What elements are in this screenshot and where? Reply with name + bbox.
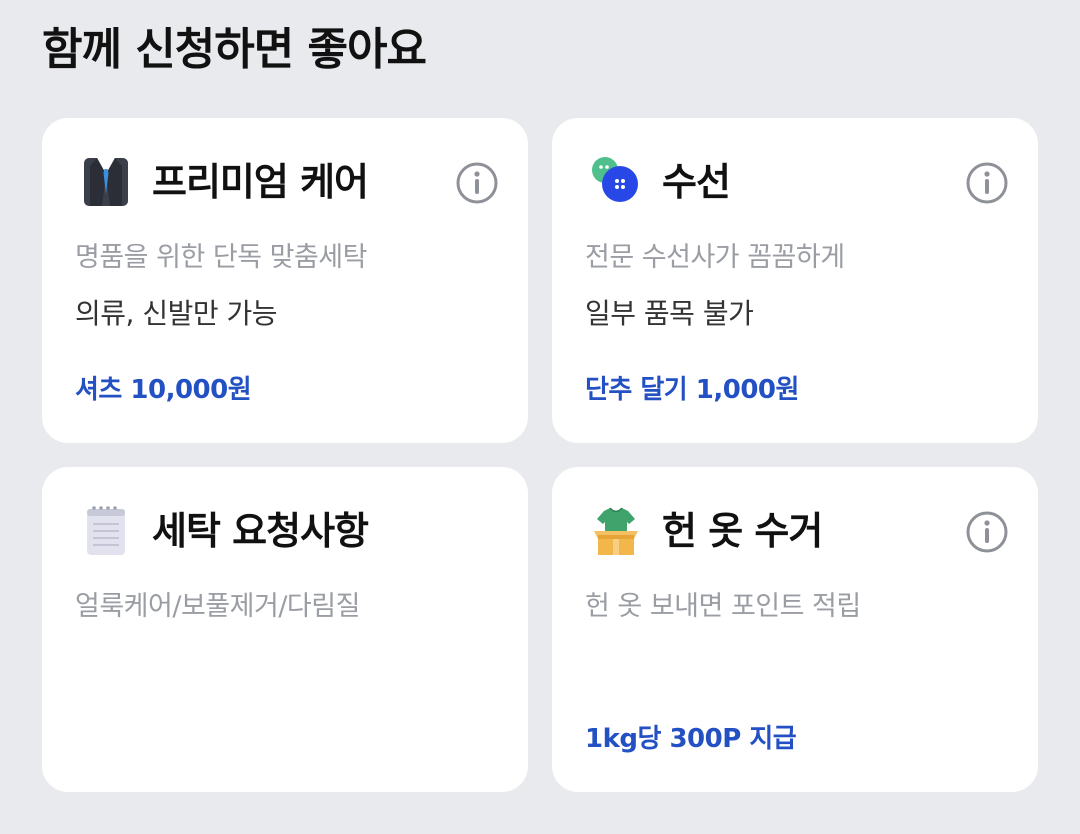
- card-price: 셔츠 10,000원: [75, 375, 252, 405]
- card-note: 일부 품목 불가: [585, 297, 754, 330]
- suit-icon: [84, 158, 128, 206]
- premium-care-card[interactable]: 프리미엄 케어 명품을 위한 단독 맞춤세탁 의류, 신발만 가능 셔츠 10,…: [42, 118, 528, 443]
- notepad-icon: [87, 506, 125, 555]
- section-title: 함께 신청하면 좋아요: [42, 24, 427, 75]
- info-icon[interactable]: [966, 162, 1008, 204]
- card-title: 수선: [662, 160, 731, 204]
- info-icon[interactable]: [966, 511, 1008, 553]
- card-title: 세탁 요청사항: [152, 509, 369, 553]
- card-description: 명품을 위한 단독 맞춤세탁: [75, 242, 368, 273]
- card-note: 의류, 신발만 가능: [75, 297, 278, 330]
- used-clothes-pickup-card[interactable]: 헌 옷 수거 헌 옷 보내면 포인트 적립 1kg당 300P 지급: [552, 467, 1038, 792]
- card-price: 1kg당 300P 지급: [585, 724, 797, 754]
- card-description: 얼룩케어/보풀제거/다림질: [75, 591, 360, 622]
- info-icon[interactable]: [456, 162, 498, 204]
- card-title: 프리미엄 케어: [152, 160, 369, 204]
- buttons-icon: [592, 157, 638, 202]
- laundry-request-card[interactable]: 세탁 요청사항 얼룩케어/보풀제거/다림질: [42, 467, 528, 792]
- clothes-box-icon: [594, 507, 638, 555]
- card-description: 전문 수선사가 꼼꼼하게: [585, 242, 845, 273]
- card-description: 헌 옷 보내면 포인트 적립: [585, 591, 861, 622]
- repair-card[interactable]: 수선 전문 수선사가 꼼꼼하게 일부 품목 불가 단추 달기 1,000원: [552, 118, 1038, 443]
- card-price: 단추 달기 1,000원: [585, 375, 799, 405]
- card-title: 헌 옷 수거: [662, 509, 823, 553]
